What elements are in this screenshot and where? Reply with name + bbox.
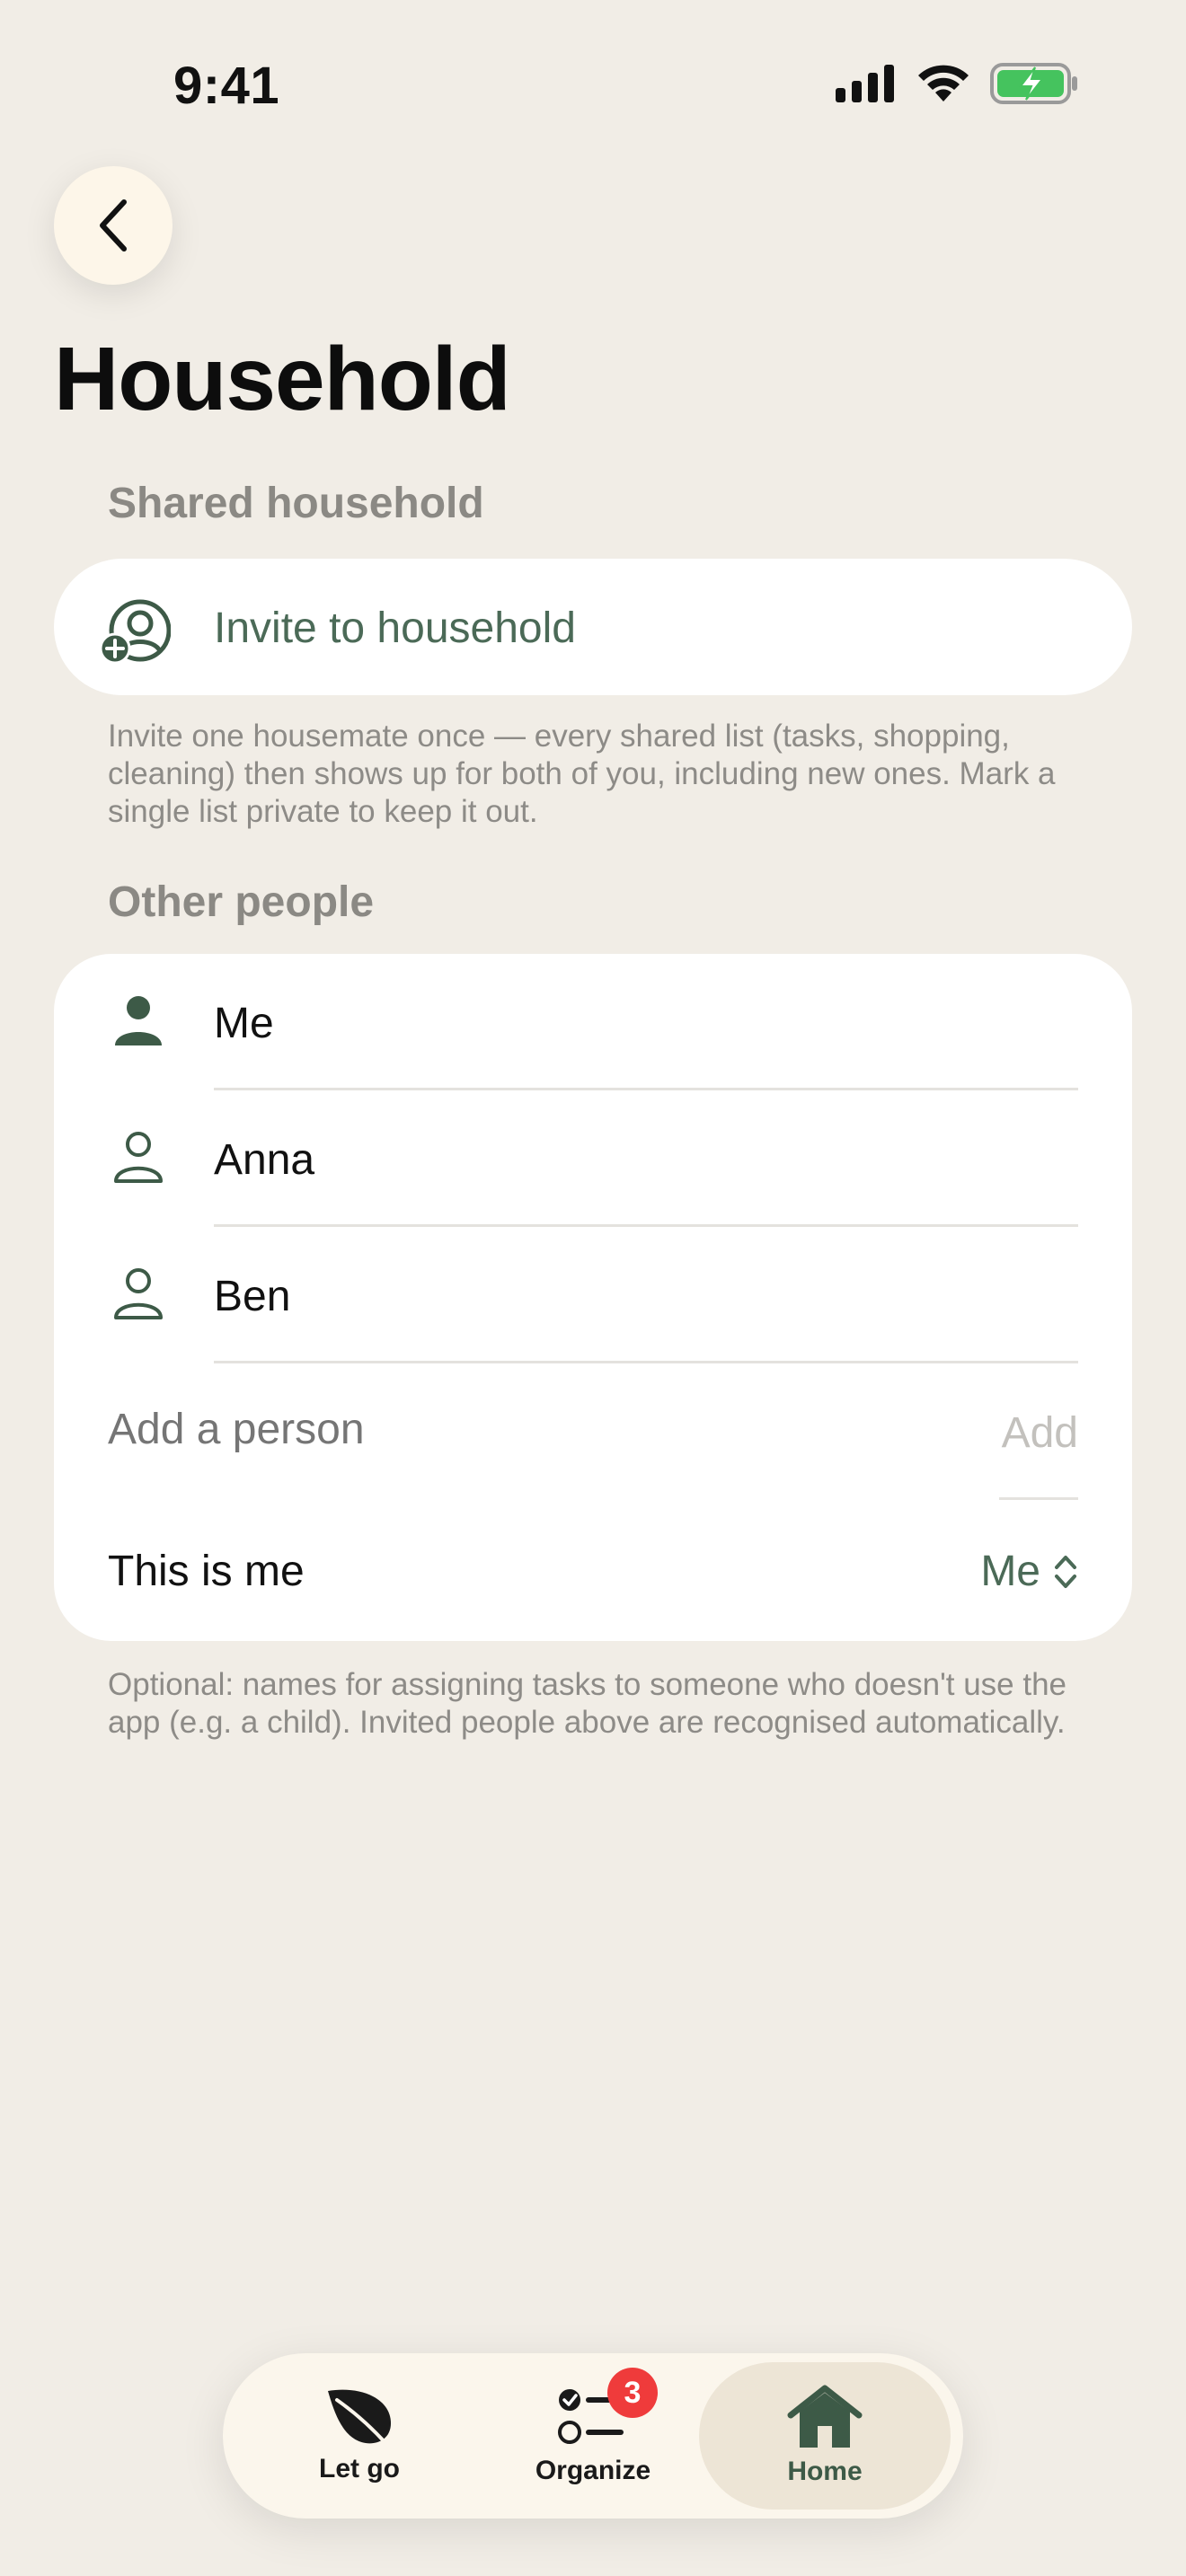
add-button[interactable]: Add [1002,1408,1078,1458]
list-item-person-me[interactable]: Me [54,954,1132,1090]
person-add-icon [99,599,171,665]
status-icons [836,63,1078,104]
wifi-icon [918,65,969,101]
tab-label: Let go [319,2454,400,2483]
this-is-me-label: This is me [108,1548,305,1595]
battery-charging-icon [990,63,1077,104]
section-label-shared-household: Shared household [108,480,484,527]
tab-label: Home [787,2457,863,2486]
shared-household-help-text: Invite one housemate once — every shared… [108,719,1056,829]
tab-let-go[interactable]: Let go [243,2353,476,2519]
cellular-signal-icon [836,65,894,102]
this-is-me-row[interactable]: This is me Me [54,1500,1132,1639]
person-name: Anna [214,1136,315,1184]
person-name: Ben [214,1273,291,1320]
tab-home[interactable]: Home [699,2362,951,2510]
list-item-person-ben[interactable]: Ben [54,1227,1132,1363]
list-item-person-anna[interactable]: Anna [54,1090,1132,1227]
add-person-row: Add [54,1363,1132,1500]
this-is-me-picker[interactable]: Me [980,1547,1078,1596]
tab-organize[interactable]: Organize 3 [476,2353,710,2519]
leaf-icon [328,2389,391,2447]
person-name: Me [214,1000,274,1047]
person-outline-icon [114,1268,163,1319]
section-label-other-people: Other people [108,878,375,926]
status-time: 9:41 [173,57,280,115]
person-outline-icon [114,1132,163,1183]
house-icon [787,2385,863,2448]
back-button[interactable] [54,166,173,285]
invite-to-household-button[interactable]: Invite to household [54,559,1132,695]
tab-bar: Let go Organize 3 Home [223,2353,963,2519]
this-is-me-value: Me [980,1548,1040,1595]
invite-to-household-label: Invite to household [214,604,576,652]
page-title: Household [54,329,511,429]
other-people-help-text: Optional: names for assigning tasks to s… [108,1667,1067,1740]
tab-label: Organize [535,2456,651,2485]
add-person-input[interactable] [108,1405,916,1454]
notification-badge: 3 [607,2368,658,2418]
chevron-up-down-icon [1055,1555,1076,1588]
person-filled-icon [115,996,162,1045]
chevron-left-icon [100,199,127,251]
people-list-card: Me Anna Ben Add This is me Me [54,954,1132,1641]
